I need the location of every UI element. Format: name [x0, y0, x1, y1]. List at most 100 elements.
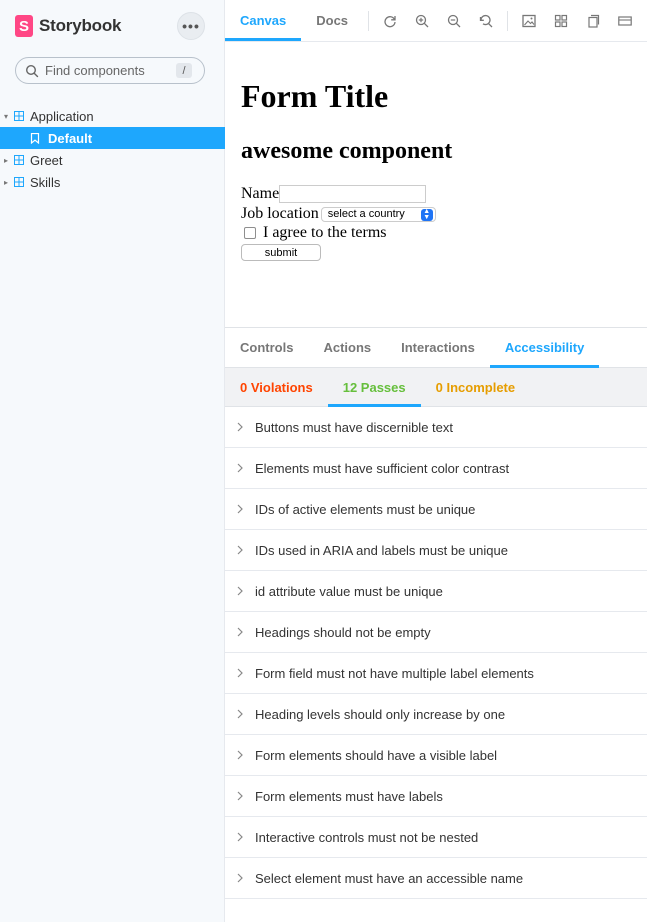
addon-panel-tabs: Controls Actions Interactions Accessibil…	[225, 327, 647, 368]
rule-row[interactable]: id attribute value must be unique	[225, 571, 647, 612]
chevron-right-icon	[225, 627, 255, 637]
chevron-right-icon	[225, 586, 255, 596]
country-select[interactable]: select a country ▲ ▼	[320, 206, 436, 222]
agree-checkbox[interactable]	[244, 227, 256, 239]
tree-item-label: Greet	[30, 152, 63, 168]
search-box[interactable]: /	[15, 57, 205, 84]
chevron-right-icon	[225, 791, 255, 801]
tab-incomplete[interactable]: 0 Incomplete	[421, 368, 530, 406]
grid-button[interactable]	[545, 0, 577, 41]
submit-button[interactable]: submit	[241, 244, 321, 261]
component-icon	[14, 177, 24, 187]
rule-row[interactable]: Heading levels should only increase by o…	[225, 694, 647, 735]
accessibility-rules-list: Buttons must have discernible text Eleme…	[225, 407, 647, 899]
tree-item-greet[interactable]: ▸ Greet	[0, 149, 225, 171]
tab-accessibility[interactable]: Accessibility	[489, 328, 600, 368]
name-input[interactable]	[279, 185, 427, 203]
country-select-value: select a country	[327, 208, 405, 220]
preview-toolbar: Canvas Docs	[225, 0, 647, 42]
caret-right-icon[interactable]: ▸	[4, 178, 10, 187]
tab-canvas[interactable]: Canvas	[225, 0, 302, 41]
rule-label: Headings should not be empty	[255, 624, 431, 640]
search-shortcut-key: /	[176, 63, 192, 78]
rule-row[interactable]: Select element must have an accessible n…	[225, 858, 647, 899]
job-location-label: Job location	[241, 205, 319, 222]
rule-label: Elements must have sufficient color cont…	[255, 460, 510, 476]
tree-item-label: Application	[30, 108, 94, 124]
chevron-right-icon	[225, 545, 255, 555]
tree-item-label: Skills	[30, 174, 61, 190]
chevron-right-icon	[225, 750, 255, 760]
rule-label: Buttons must have discernible text	[255, 419, 453, 435]
rule-label: Heading levels should only increase by o…	[255, 706, 506, 722]
form-title: Form Title	[241, 78, 389, 114]
rule-label: Form elements must have labels	[255, 788, 443, 804]
reload-button[interactable]	[374, 0, 406, 41]
chevron-right-icon	[225, 709, 255, 719]
rule-label: id attribute value must be unique	[255, 583, 443, 599]
chevron-right-icon	[225, 422, 255, 432]
tab-interactions[interactable]: Interactions	[386, 328, 490, 367]
tree-item-default-story[interactable]: Default	[0, 127, 225, 149]
component-icon	[14, 111, 24, 121]
zoom-in-icon	[415, 14, 429, 27]
measure-icon	[618, 15, 632, 26]
rule-label: IDs of active elements must be unique	[255, 501, 476, 517]
reload-icon	[384, 15, 396, 27]
viewport-icon	[588, 14, 600, 28]
component-tree: ▾ Application Default ▸ Greet ▸ Skills	[0, 105, 225, 193]
chevron-right-icon	[225, 668, 255, 678]
caret-down-icon[interactable]: ▾	[4, 112, 10, 121]
name-label: Name	[241, 185, 280, 202]
tab-actions[interactable]: Actions	[308, 328, 386, 367]
chevron-right-icon	[225, 873, 255, 883]
brand[interactable]: S Storybook	[15, 14, 121, 38]
tab-violations[interactable]: 0 Violations	[225, 368, 328, 406]
story-canvas: Form Title awesome component Name Job lo…	[225, 42, 647, 327]
zoom-reset-icon	[479, 14, 493, 27]
rule-row[interactable]: Buttons must have discernible text	[225, 407, 647, 448]
measure-button[interactable]	[609, 0, 641, 41]
accessibility-result-tabs: 0 Violations 12 Passes 0 Incomplete	[225, 368, 647, 407]
bookmark-icon	[30, 132, 40, 144]
viewport-button[interactable]	[577, 0, 609, 41]
zoom-in-button[interactable]	[406, 0, 438, 41]
search-input[interactable]	[45, 63, 170, 78]
agree-label: I agree to the terms	[263, 224, 387, 241]
rule-label: Form field must not have multiple label …	[255, 665, 534, 681]
rule-row[interactable]: Elements must have sufficient color cont…	[225, 448, 647, 489]
rule-row[interactable]: Form elements should have a visible labe…	[225, 735, 647, 776]
agree-row: I agree to the terms	[241, 224, 387, 242]
storybook-logo-icon: S	[15, 15, 33, 37]
rule-row[interactable]: IDs of active elements must be unique	[225, 489, 647, 530]
rule-row[interactable]: IDs used in ARIA and labels must be uniq…	[225, 530, 647, 571]
rule-label: Interactive controls must not be nested	[255, 829, 479, 845]
tree-item-application[interactable]: ▾ Application	[0, 105, 225, 127]
background-button[interactable]	[513, 0, 545, 41]
tab-controls[interactable]: Controls	[225, 328, 308, 367]
chevron-right-icon	[225, 832, 255, 842]
rule-row[interactable]: Interactive controls must not be nested	[225, 817, 647, 858]
background-icon	[522, 14, 536, 27]
zoom-reset-button[interactable]	[470, 0, 502, 41]
tree-item-skills[interactable]: ▸ Skills	[0, 171, 225, 193]
rule-label: Select element must have an accessible n…	[255, 870, 524, 886]
toolbar-divider	[368, 10, 370, 31]
tab-docs[interactable]: Docs	[301, 0, 363, 41]
sidebar: S Storybook ••• / ▾ Application Default	[0, 0, 225, 922]
job-location-row: Job location select a country ▲ ▼	[241, 205, 436, 223]
select-chevron-icon: ▲ ▼	[420, 208, 433, 221]
toolbar-divider	[507, 10, 509, 31]
more-menu-button[interactable]: •••	[177, 12, 205, 40]
rule-row[interactable]: Headings should not be empty	[225, 612, 647, 653]
chevron-right-icon	[225, 504, 255, 514]
grid-icon	[554, 14, 568, 27]
caret-right-icon[interactable]: ▸	[4, 156, 10, 165]
tree-item-label: Default	[48, 130, 93, 146]
rule-row[interactable]: Form elements must have labels	[225, 776, 647, 817]
tab-passes[interactable]: 12 Passes	[327, 368, 421, 407]
zoom-out-button[interactable]	[438, 0, 470, 41]
ellipsis-icon: •••	[182, 18, 200, 34]
search-icon	[25, 64, 39, 77]
rule-row[interactable]: Form field must not have multiple label …	[225, 653, 647, 694]
